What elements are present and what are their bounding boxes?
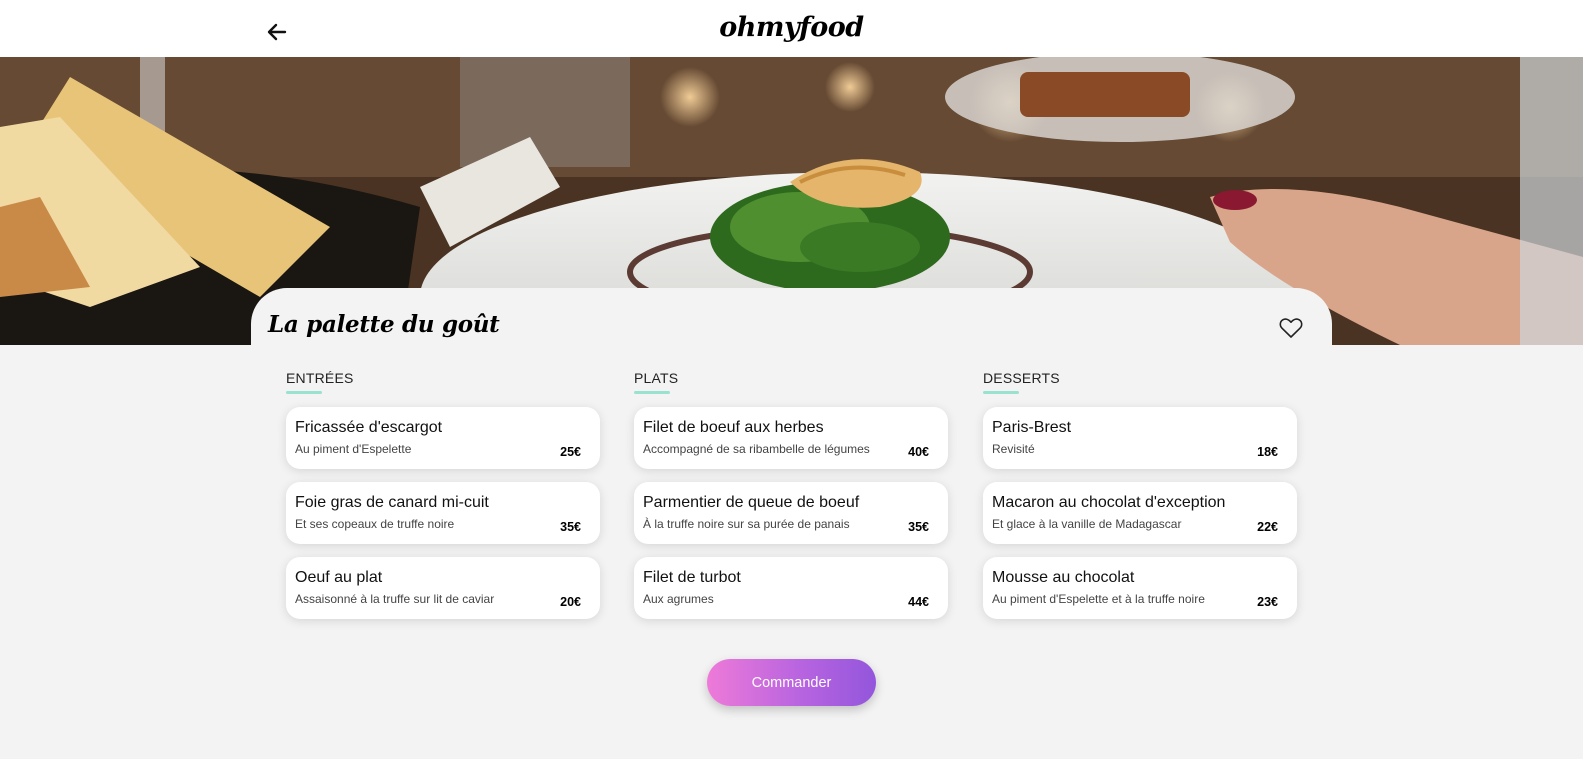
dish-card[interactable]: Oeuf au plat Assaisonné à la truffe sur … [286,557,600,619]
dish-price: 35€ [908,520,929,534]
category-title: ENTRÉES [286,370,354,386]
app-logo[interactable]: ohmyfood [0,12,1583,43]
dish-card[interactable]: Foie gras de canard mi-cuit Et ses copea… [286,482,600,544]
menu-column-plats: PLATS Filet de boeuf aux herbes Accompag… [634,367,948,619]
dish-card[interactable]: Parmentier de queue de boeuf À la truffe… [634,482,948,544]
dish-description: Au piment d'Espelette et à la truffe noi… [992,592,1205,606]
category-underline [634,391,670,394]
dish-name: Fricassée d'escargot [295,419,443,436]
menu-column-desserts: DESSERTS Paris-Brest Revisité 18€ Macaro… [983,367,1297,619]
dish-description: Et ses copeaux de truffe noire [295,517,455,531]
dish-description: Accompagné de sa ribambelle de légumes [643,442,870,456]
dish-description: Et glace à la vanille de Madagascar [992,517,1182,531]
dish-price: 40€ [908,445,929,459]
dish-name: Parmentier de queue de boeuf [643,494,860,511]
dish-price: 22€ [1257,520,1278,534]
dish-name: Filet de turbot [643,569,741,586]
dish-name: Macaron au chocolat d'exception [992,494,1226,511]
restaurant-name: La palette du goût [268,311,500,338]
dish-description: Assaisonné à la truffe sur lit de caviar [295,592,495,606]
dish-price: 23€ [1257,595,1278,609]
dish-card[interactable]: Mousse au chocolat Au piment d'Espelette… [983,557,1297,619]
dish-name: Filet de boeuf aux herbes [643,419,824,436]
dish-description: Aux agrumes [643,592,714,606]
order-button[interactable]: Commander [707,659,876,706]
heart-outline-icon [1279,318,1303,338]
dish-price: 20€ [560,595,581,609]
category-title: PLATS [634,370,679,386]
dish-card[interactable]: Paris-Brest Revisité 18€ [983,407,1297,469]
dish-description: À la truffe noire sur sa purée de panais [643,517,850,531]
dish-card[interactable]: Filet de turbot Aux agrumes 44€ [634,557,948,619]
favorite-button[interactable] [1278,315,1304,341]
dish-card[interactable]: Fricassée d'escargot Au piment d'Espelet… [286,407,600,469]
dish-price: 18€ [1257,445,1278,459]
header: ohmyfood [0,0,1583,57]
dish-name: Foie gras de canard mi-cuit [295,494,489,511]
dish-name: Paris-Brest [992,419,1072,436]
dish-price: 25€ [560,445,581,459]
dish-card[interactable]: Filet de boeuf aux herbes Accompagné de … [634,407,948,469]
menu-column-entrees: ENTRÉES Fricassée d'escargot Au piment d… [286,367,600,619]
category-title: DESSERTS [983,370,1060,386]
dish-card[interactable]: Macaron au chocolat d'exception Et glace… [983,482,1297,544]
dish-price: 44€ [908,595,929,609]
dish-price: 35€ [560,520,581,534]
dish-description: Revisité [992,442,1035,456]
category-underline [983,391,1019,394]
dish-name: Mousse au chocolat [992,569,1135,586]
dish-description: Au piment d'Espelette [295,442,412,456]
dish-name: Oeuf au plat [295,569,383,586]
category-underline [286,391,322,394]
